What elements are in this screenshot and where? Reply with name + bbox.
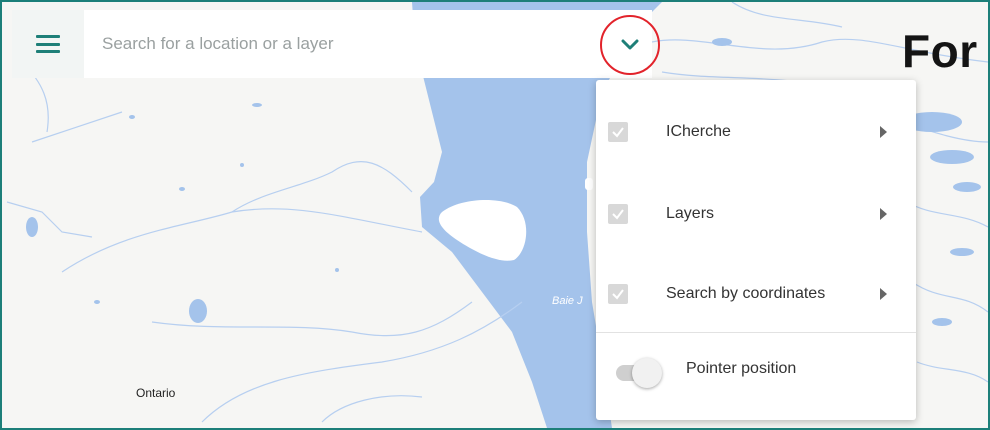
map-title-partial: For: [902, 25, 978, 77]
caret-right-icon: [880, 208, 887, 220]
toggle-knob[interactable]: [632, 358, 662, 388]
caret-right-icon: [880, 126, 887, 138]
pointer-position-toggle[interactable]: [612, 356, 672, 388]
search-options-dropdown: ICherche Layers Search by coordinates Po…: [596, 80, 916, 420]
dropdown-item-label: ICherche: [666, 123, 731, 140]
chevron-down-icon: [621, 39, 639, 50]
checkbox-layers[interactable]: [608, 204, 628, 224]
checkbox-search-by-coordinates[interactable]: [608, 284, 628, 304]
place-label-ontario: Ontario: [136, 386, 176, 400]
dropdown-item-search-by-coordinates[interactable]: Search by coordinates: [596, 264, 916, 324]
check-icon: [612, 127, 624, 138]
pointer-position-label: Pointer position: [686, 360, 797, 377]
water-label-baie: Baie J: [552, 295, 583, 307]
dropdown-item-icherche[interactable]: ICherche: [596, 102, 916, 162]
app-frame: For Ontario Baie J ICherche: [0, 0, 990, 430]
search-input[interactable]: [84, 13, 652, 75]
dropdown-item-label: Search by coordinates: [666, 285, 826, 302]
check-icon: [612, 209, 624, 220]
dropdown-divider: [596, 332, 916, 333]
search-options-toggle-button[interactable]: [600, 15, 660, 75]
check-icon: [612, 289, 624, 300]
dropdown-item-label: Layers: [666, 205, 715, 222]
checkbox-icherche[interactable]: [608, 122, 628, 142]
dropdown-item-layers[interactable]: Layers: [596, 184, 916, 244]
menu-button[interactable]: [12, 10, 84, 78]
caret-right-icon: [880, 288, 887, 300]
menu-icon: [36, 35, 60, 53]
search-bar: [12, 10, 652, 78]
